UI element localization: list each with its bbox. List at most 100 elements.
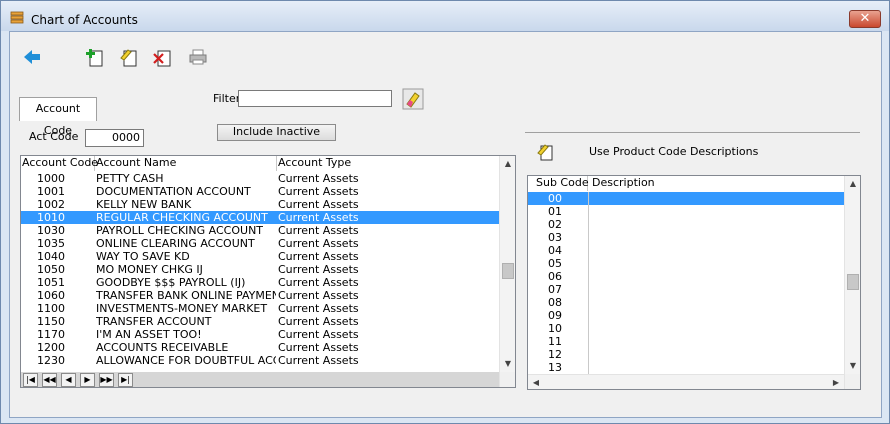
cell-type: Current Assets: [278, 289, 359, 302]
nav-button-5[interactable]: ▶|: [118, 373, 133, 387]
delete-record-icon[interactable]: [152, 46, 174, 68]
table-row[interactable]: 1002 KELLY NEW BANK Current Assets: [21, 198, 499, 211]
list-item[interactable]: 03: [528, 231, 844, 244]
table-row[interactable]: 1060 TRANSFER BANK ONLINE PAYMENT Current …: [21, 289, 499, 302]
cell-sub-code: 05: [548, 257, 562, 270]
cell-type: Current Assets: [278, 237, 359, 250]
column-header-sub-code[interactable]: Sub Code: [528, 176, 589, 191]
subcode-grid: Sub Code Description 00 01 02 03 04 05 06 07 08 0…: [527, 175, 861, 390]
list-item[interactable]: 10: [528, 322, 844, 335]
act-code-input[interactable]: 0000: [85, 129, 144, 147]
cell-type: Current Assets: [278, 224, 359, 237]
panel-divider: [525, 132, 860, 133]
column-divider: [588, 335, 589, 348]
cell-name: I'M AN ASSET TOO!: [96, 328, 202, 341]
column-header-account-name[interactable]: Account Name: [95, 156, 277, 171]
cell-type: Current Assets: [278, 198, 359, 211]
tab-account-code[interactable]: Account Code: [19, 97, 97, 137]
toolbar: [10, 32, 881, 82]
scroll-thumb[interactable]: [847, 274, 859, 290]
filter-input[interactable]: [238, 90, 392, 107]
column-header-account-code[interactable]: Account Code: [21, 156, 98, 171]
scroll-left-icon[interactable]: ◀: [528, 375, 544, 389]
close-button[interactable]: ✕: [849, 10, 881, 28]
table-row[interactable]: 1100 INVESTMENTS-MONEY MARKET Current Asse…: [21, 302, 499, 315]
list-item[interactable]: 09: [528, 309, 844, 322]
list-item[interactable]: 07: [528, 283, 844, 296]
list-item[interactable]: 00: [528, 192, 844, 205]
cell-type: Current Assets: [278, 315, 359, 328]
list-item[interactable]: 06: [528, 270, 844, 283]
list-item[interactable]: 12: [528, 348, 844, 361]
scroll-up-icon[interactable]: ▲: [500, 156, 515, 172]
column-divider: [588, 283, 589, 296]
nav-button-4[interactable]: ▶▶: [99, 373, 114, 387]
table-row[interactable]: 1030 PAYROLL CHECKING ACCOUNT Current Asse…: [21, 224, 499, 237]
table-row[interactable]: 1050 MO MONEY CHKG IJ Current Assets: [21, 263, 499, 276]
cell-sub-code: 03: [548, 231, 562, 244]
column-header-description[interactable]: Description: [588, 176, 844, 191]
nav-button-3[interactable]: ▶: [80, 373, 95, 387]
cell-name: WAY TO SAVE KD: [96, 250, 190, 263]
cell-type: Current Assets: [278, 354, 359, 367]
cell-name: TRANSFER ACCOUNT: [96, 315, 212, 328]
column-divider: [588, 361, 589, 374]
column-divider: [588, 244, 589, 257]
cell-type: Current Assets: [278, 328, 359, 341]
product-description-icon[interactable]: [536, 142, 556, 162]
scroll-thumb[interactable]: [502, 263, 514, 279]
list-item[interactable]: 08: [528, 296, 844, 309]
table-row[interactable]: 1150 TRANSFER ACCOUNT Current Assets: [21, 315, 499, 328]
cell-code: 1100: [37, 302, 65, 315]
scroll-corner: [499, 372, 515, 387]
column-divider: [588, 218, 589, 231]
cell-sub-code: 10: [548, 322, 562, 335]
list-item[interactable]: 05: [528, 257, 844, 270]
eraser-icon[interactable]: [402, 88, 424, 110]
table-row[interactable]: 1170 I'M AN ASSET TOO! Current Assets: [21, 328, 499, 341]
nav-button-2[interactable]: ◀: [61, 373, 76, 387]
cell-code: 1060: [37, 289, 65, 302]
scroll-right-icon[interactable]: ▶: [828, 375, 844, 389]
title-bar[interactable]: Chart of Accounts ✕: [1, 1, 889, 31]
column-divider: [588, 296, 589, 309]
table-row[interactable]: 1051 GOODBYE $$$ PAYROLL (IJ) Current Asse…: [21, 276, 499, 289]
subcode-horizontal-scrollbar[interactable]: ◀ ▶: [528, 374, 844, 389]
scroll-up-icon[interactable]: ▲: [845, 176, 860, 192]
edit-record-icon[interactable]: [118, 46, 140, 68]
table-row[interactable]: 1200 ACCOUNTS RECEIVABLE Current Assets: [21, 341, 499, 354]
nav-button-0[interactable]: |◀: [23, 373, 38, 387]
list-item[interactable]: 02: [528, 218, 844, 231]
cell-type: Current Assets: [278, 172, 359, 185]
table-row[interactable]: 1010 REGULAR CHECKING ACCOUNT Current Asse…: [21, 211, 499, 224]
table-row[interactable]: 1035 ONLINE CLEARING ACCOUNT Current Asset…: [21, 237, 499, 250]
scroll-down-icon[interactable]: ▼: [500, 356, 515, 372]
back-arrow-icon[interactable]: [21, 46, 43, 68]
cell-sub-code: 11: [548, 335, 562, 348]
list-item[interactable]: 04: [528, 244, 844, 257]
cell-name: MO MONEY CHKG IJ: [96, 263, 203, 276]
print-icon[interactable]: [187, 46, 209, 68]
cell-name: TRANSFER BANK ONLINE PAYMENT: [96, 289, 276, 302]
cell-sub-code: 02: [548, 218, 562, 231]
list-item[interactable]: 11: [528, 335, 844, 348]
nav-button-1[interactable]: ◀◀: [42, 373, 57, 387]
cell-name: REGULAR CHECKING ACCOUNT: [96, 211, 268, 224]
table-row[interactable]: 1040 WAY TO SAVE KD Current Assets: [21, 250, 499, 263]
table-row[interactable]: 1001 DOCUMENTATION ACCOUNT Current Assets: [21, 185, 499, 198]
use-product-descriptions-label[interactable]: Use Product Code Descriptions: [589, 145, 758, 158]
window-title: Chart of Accounts: [31, 13, 138, 27]
cell-sub-code: 06: [548, 270, 562, 283]
list-item[interactable]: 01: [528, 205, 844, 218]
cell-name: PETTY CASH: [96, 172, 164, 185]
list-item[interactable]: 13: [528, 361, 844, 374]
add-record-icon[interactable]: [84, 46, 106, 68]
scroll-down-icon[interactable]: ▼: [845, 358, 860, 374]
column-header-account-type[interactable]: Account Type: [277, 156, 499, 171]
subcode-vertical-scrollbar[interactable]: ▲ ▼: [844, 176, 860, 374]
accounts-vertical-scrollbar[interactable]: ▲ ▼: [499, 156, 515, 372]
cell-name: ALLOWANCE FOR DOUBTFUL ACCOUNTS: [96, 354, 276, 367]
table-row[interactable]: 1230 ALLOWANCE FOR DOUBTFUL ACCOUNTSCurre…: [21, 354, 499, 367]
include-inactive-button[interactable]: Include Inactive: [217, 124, 336, 141]
table-row[interactable]: 1000 PETTY CASH Current Assets: [21, 172, 499, 185]
